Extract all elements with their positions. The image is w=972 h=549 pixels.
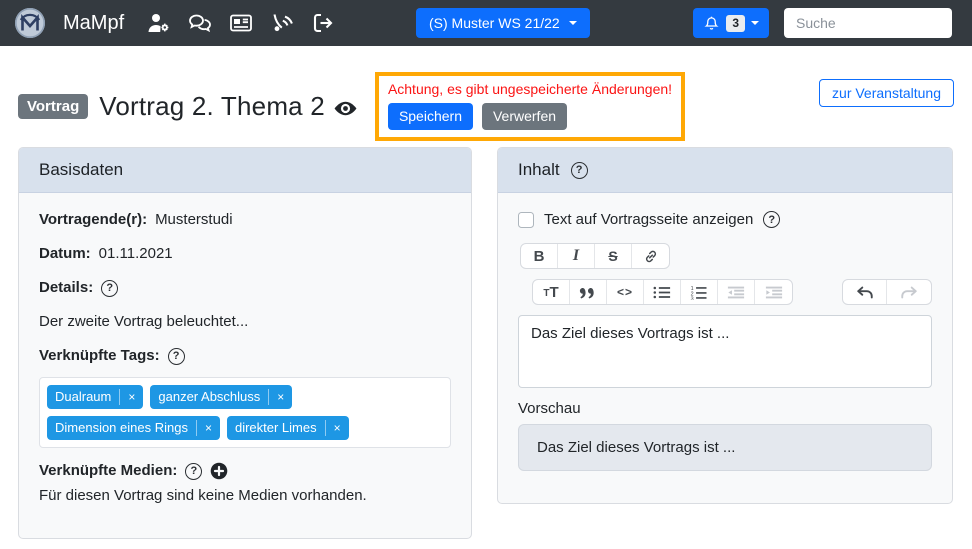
- notifications-count-badge: 3: [726, 14, 745, 32]
- editor-toolbar-blocks: 123: [532, 279, 932, 305]
- tags-input[interactable]: Dualraum ganzer Abschluss Dimension eine…: [39, 377, 451, 448]
- main-content: Vortrag Vortrag 2. Thema 2 Achtung, es g…: [0, 46, 972, 539]
- font-size-button[interactable]: [533, 280, 570, 304]
- mampf-logo[interactable]: [14, 7, 46, 39]
- editor-toolbar-format: [520, 243, 932, 269]
- redo-button[interactable]: [887, 280, 931, 304]
- show-text-label: Text auf Vortragsseite anzeigen: [544, 211, 754, 228]
- tag-label: Dimension eines Rings: [55, 420, 188, 435]
- notifications-dropdown[interactable]: 3: [693, 8, 769, 38]
- italic-button[interactable]: [558, 244, 595, 268]
- page-title: Vortrag 2. Thema 2: [99, 91, 325, 121]
- page-title-row: Vortrag Vortrag 2. Thema 2 Achtung, es g…: [18, 72, 954, 141]
- strikethrough-button[interactable]: [595, 244, 632, 268]
- media-label: Verknüpfte Medien:: [39, 462, 178, 479]
- outdent-button[interactable]: [718, 280, 755, 304]
- tags-label-row: Verknüpfte Tags:: [39, 347, 451, 365]
- media-empty-text: Für diesen Vortrag sind keine Medien vor…: [39, 487, 367, 504]
- warning-actions: Speichern Verwerfen: [387, 103, 672, 130]
- semester-dropdown[interactable]: (S) Muster WS 21/22: [416, 8, 590, 38]
- indent-button[interactable]: [755, 280, 792, 304]
- tag-remove-icon[interactable]: [195, 420, 212, 436]
- quote-button[interactable]: [570, 280, 607, 304]
- show-text-checkbox[interactable]: [518, 211, 534, 228]
- code-button[interactable]: [607, 280, 644, 304]
- speaker-label: Vortragende(r):: [39, 211, 148, 228]
- content-editor-textarea[interactable]: Das Ziel dieses Vortrags ist ...: [518, 315, 932, 388]
- inhalt-card: Inhalt Text auf Vortragsseite anzeigen: [497, 147, 953, 504]
- bullet-list-button[interactable]: [644, 280, 681, 304]
- question-circle-icon[interactable]: [570, 161, 588, 179]
- question-circle-icon[interactable]: [763, 211, 781, 228]
- tag-label: direkter Limes: [234, 420, 317, 435]
- question-circle-icon[interactable]: [167, 347, 185, 365]
- save-button[interactable]: Speichern: [387, 103, 473, 130]
- newspaper-icon[interactable]: [229, 11, 253, 35]
- speaker-value: Musterstudi: [155, 211, 233, 228]
- tag-item[interactable]: direkter Limes: [226, 416, 349, 440]
- inhalt-card-header: Inhalt: [498, 148, 952, 193]
- brand-title[interactable]: MaMpf: [63, 12, 124, 35]
- navbar-left-group: MaMpf: [14, 7, 335, 39]
- tag-remove-icon[interactable]: [119, 389, 135, 405]
- to-event-button[interactable]: zur Veranstaltung: [819, 79, 954, 107]
- history-button-group: [842, 279, 932, 305]
- chats-icon[interactable]: [188, 11, 212, 35]
- date-value: 01.11.2021: [98, 245, 173, 262]
- tag-label: ganzer Abschluss: [158, 389, 261, 404]
- date-label: Datum:: [39, 245, 91, 262]
- cards-row: Basisdaten Vortragende(r): Musterstudi D…: [18, 147, 954, 539]
- tags-label: Verknüpfte Tags:: [39, 347, 160, 364]
- unsaved-changes-text: Achtung, es gibt ungespeicherte Änderung…: [387, 81, 673, 97]
- block-button-group: 123: [532, 279, 793, 305]
- basisdaten-card: Basisdaten Vortragende(r): Musterstudi D…: [18, 147, 472, 539]
- inhalt-card-title: Inhalt: [518, 160, 560, 179]
- eye-icon[interactable]: [333, 96, 358, 121]
- logout-icon[interactable]: [311, 11, 335, 35]
- preview-label: Vorschau: [518, 400, 581, 417]
- bell-icon: [703, 15, 720, 32]
- details-label: Details:: [39, 279, 94, 296]
- caret-down-icon: [568, 21, 577, 25]
- tag-label: Dualraum: [55, 389, 112, 404]
- tag-item[interactable]: Dimension eines Rings: [47, 416, 220, 440]
- show-text-row: Text auf Vortragsseite anzeigen: [518, 211, 932, 228]
- basisdaten-card-header: Basisdaten: [19, 148, 471, 193]
- user-admin-icon[interactable]: [147, 11, 171, 35]
- speaker-row: Vortragende(r): Musterstudi: [39, 211, 451, 229]
- link-button[interactable]: [632, 244, 669, 268]
- semester-dropdown-label: (S) Muster WS 21/22: [429, 15, 560, 31]
- details-label-row: Details:: [39, 279, 451, 297]
- top-navbar: MaMpf (S) Muster WS 21/22 3: [0, 0, 972, 46]
- discard-button[interactable]: Verwerfen: [481, 103, 568, 130]
- caret-down-icon: [751, 21, 759, 25]
- bold-button[interactable]: [521, 244, 558, 268]
- format-button-group: [520, 243, 670, 269]
- undo-button[interactable]: [843, 280, 887, 304]
- question-circle-icon[interactable]: [101, 279, 119, 297]
- navbar-right-group: 3: [693, 8, 952, 38]
- question-circle-icon[interactable]: [185, 462, 203, 480]
- preview-box: Das Ziel dieses Vortrags ist ...: [518, 424, 932, 471]
- tag-remove-icon[interactable]: [324, 420, 341, 436]
- tag-remove-icon[interactable]: [268, 389, 284, 405]
- media-label-row: Verknüpfte Medien:: [39, 462, 451, 480]
- numbered-list-button[interactable]: 123: [681, 280, 718, 304]
- inhalt-card-body: Text auf Vortragsseite anzeigen ? B I S …: [498, 193, 952, 489]
- tag-item[interactable]: ganzer Abschluss: [150, 385, 293, 409]
- basisdaten-card-title: Basisdaten: [39, 160, 124, 179]
- type-badge: Vortrag: [18, 94, 89, 119]
- unsaved-changes-warning: Achtung, es gibt ungespeicherte Änderung…: [374, 72, 686, 141]
- search-input[interactable]: [784, 8, 952, 38]
- svg-text:3: 3: [691, 296, 694, 300]
- tag-item[interactable]: Dualraum: [47, 385, 144, 409]
- blog-icon[interactable]: [270, 11, 294, 35]
- basisdaten-card-body: Vortragende(r): Musterstudi Datum: 01.11…: [19, 193, 471, 523]
- date-row: Datum: 01.11.2021: [39, 245, 451, 263]
- details-text: Der zweite Vortrag beleuchtet...: [39, 313, 249, 330]
- plus-circle-icon[interactable]: [210, 462, 228, 480]
